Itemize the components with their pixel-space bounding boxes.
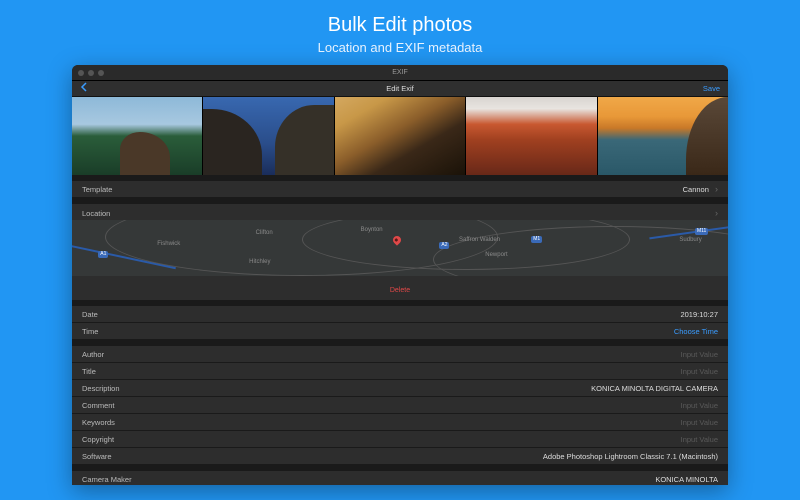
location-label: Location [82, 209, 110, 218]
row-label: Time [82, 327, 98, 336]
app-window: EXIF Edit Exif Save Template Cannon › [72, 65, 728, 485]
title-row[interactable]: Title Input Value [72, 363, 728, 380]
row-label: Author [82, 350, 104, 359]
copyright-input[interactable]: Input Value [681, 435, 718, 444]
location-section: Location › A1 A2 M1 M11 Fishwick Clifton… [72, 204, 728, 300]
row-label: Keywords [82, 418, 115, 427]
keywords-row[interactable]: Keywords Input Value [72, 414, 728, 431]
row-label: Software [82, 452, 112, 461]
row-label: Comment [82, 401, 115, 410]
comment-input[interactable]: Input Value [681, 401, 718, 410]
template-row[interactable]: Template Cannon › [72, 181, 728, 198]
map-place: Saffron Walden [459, 237, 500, 243]
thumbnail[interactable] [203, 97, 333, 175]
thumbnail[interactable] [466, 97, 596, 175]
row-label: Description [82, 384, 120, 393]
time-row[interactable]: Time Choose Time [72, 323, 728, 340]
map-place: Fishwick [157, 241, 180, 247]
copyright-row[interactable]: Copyright Input Value [72, 431, 728, 448]
promo-subtitle: Location and EXIF metadata [318, 40, 483, 55]
description-value[interactable]: KONICA MINOLTA DIGITAL CAMERA [591, 384, 718, 393]
toolbar-title: Edit Exif [72, 84, 728, 93]
row-label: Title [82, 367, 96, 376]
delete-location-button[interactable]: Delete [390, 287, 410, 294]
map-place: Sudbury [679, 237, 701, 243]
row-label: Camera Maker [82, 475, 132, 484]
road-shield: M11 [695, 228, 708, 235]
author-input[interactable]: Input Value [681, 350, 718, 359]
time-value[interactable]: Choose Time [674, 327, 718, 336]
camera-maker-row[interactable]: Camera Maker KONICA MINOLTA [72, 471, 728, 485]
camera-maker-value[interactable]: KONICA MINOLTA [655, 475, 718, 484]
toolbar: Edit Exif Save [72, 81, 728, 97]
map-place: Newport [485, 252, 507, 258]
software-row[interactable]: Software Adobe Photoshop Lightroom Class… [72, 448, 728, 465]
template-value: Cannon [683, 185, 709, 194]
row-label: Copyright [82, 435, 114, 444]
map-place: Clifton [256, 230, 273, 236]
photo-thumbnails [72, 97, 728, 175]
thumbnail[interactable] [335, 97, 465, 175]
comment-row[interactable]: Comment Input Value [72, 397, 728, 414]
chevron-right-icon[interactable]: › [715, 208, 718, 218]
keywords-input[interactable]: Input Value [681, 418, 718, 427]
template-label: Template [82, 185, 112, 194]
date-value: 2019:10:27 [680, 310, 718, 319]
chevron-right-icon: › [715, 184, 718, 194]
row-label: Date [82, 310, 98, 319]
content-scroll[interactable]: Template Cannon › Location › A1 A2 M1 M [72, 97, 728, 485]
date-row[interactable]: Date 2019:10:27 [72, 306, 728, 323]
description-row[interactable]: Description KONICA MINOLTA DIGITAL CAMER… [72, 380, 728, 397]
map-place: Boynton [361, 227, 383, 233]
title-input[interactable]: Input Value [681, 367, 718, 376]
software-value[interactable]: Adobe Photoshop Lightroom Classic 7.1 (M… [543, 452, 718, 461]
road-shield: M1 [531, 236, 542, 243]
road-shield: A1 [98, 251, 108, 258]
titlebar: EXIF [72, 65, 728, 81]
location-map[interactable]: A1 A2 M1 M11 Fishwick Clifton Boynton Hi… [72, 220, 728, 276]
road-shield: A2 [439, 242, 449, 249]
thumbnail[interactable] [598, 97, 728, 175]
window-title: EXIF [72, 69, 728, 76]
promo-title: Bulk Edit photos [328, 14, 473, 37]
map-place: Hitchley [249, 259, 270, 265]
thumbnail[interactable] [72, 97, 202, 175]
author-row[interactable]: Author Input Value [72, 346, 728, 363]
